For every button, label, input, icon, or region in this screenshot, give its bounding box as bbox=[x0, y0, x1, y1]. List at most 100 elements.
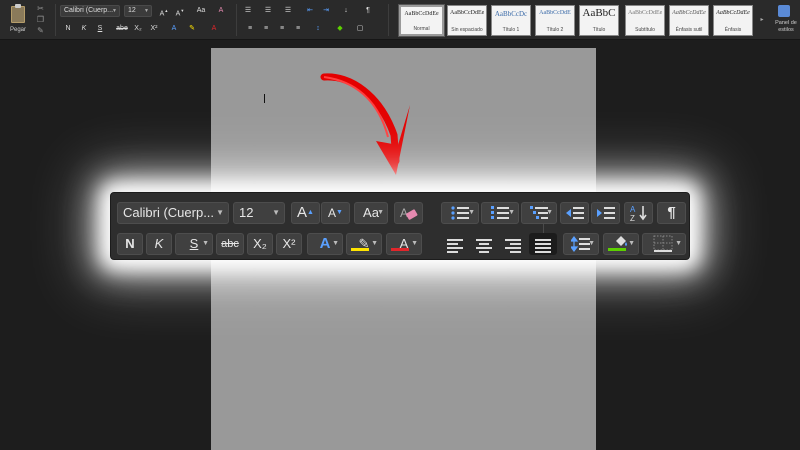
ribbon-justify-icon[interactable]: ≡ bbox=[292, 23, 304, 35]
ribbon-align-center-icon[interactable]: ≡ bbox=[260, 23, 272, 35]
text-effects-button[interactable]: A ▼ bbox=[307, 233, 343, 255]
line-spacing-button[interactable]: ▼ bbox=[563, 233, 599, 255]
ribbon-clear-format-button[interactable]: A bbox=[215, 5, 227, 17]
ribbon-borders-icon[interactable]: ▢ bbox=[354, 23, 366, 35]
ribbon-line-spacing-icon[interactable]: ↕ bbox=[312, 23, 324, 35]
style-emphasis[interactable]: AaBbCcDdEe Énfasis bbox=[713, 5, 753, 36]
shrink-arrow-icon: ▼ bbox=[336, 209, 343, 216]
ribbon-outdent-icon[interactable]: ⇤ bbox=[304, 5, 316, 17]
ribbon-shrink-font-button[interactable]: A▼ bbox=[174, 5, 186, 17]
divider bbox=[55, 4, 56, 36]
ribbon-superscript-button[interactable]: X² bbox=[148, 23, 160, 35]
style-sample: AaBbCcDdEe bbox=[450, 10, 484, 16]
ribbon-change-case-button[interactable]: Aa bbox=[195, 5, 207, 17]
ribbon-bullets-icon[interactable]: ☰ bbox=[242, 5, 254, 17]
bullets-icon bbox=[451, 206, 469, 220]
style-heading-2[interactable]: AaBbCcDdE Título 2 bbox=[535, 5, 575, 36]
style-heading-1[interactable]: AaBbCcDc Título 1 bbox=[491, 5, 531, 36]
font-name-select[interactable]: Calibri (Cuerp... ▼ bbox=[117, 202, 229, 224]
clear-formatting-button[interactable]: A bbox=[394, 202, 423, 224]
grow-font-button[interactable]: A▲ bbox=[291, 202, 320, 224]
ribbon-grow-font-button[interactable]: A▲ bbox=[158, 5, 170, 17]
shading-button[interactable]: ▼ bbox=[603, 233, 639, 255]
italic-button[interactable]: K bbox=[146, 233, 172, 255]
style-title[interactable]: AaBbC Título bbox=[579, 5, 619, 36]
eraser-icon: A bbox=[400, 206, 417, 220]
justify-button[interactable] bbox=[529, 233, 557, 255]
highlight-button[interactable]: ✎ ▼ bbox=[346, 233, 382, 255]
ribbon-indent-icon[interactable]: ⇥ bbox=[320, 5, 332, 17]
show-formatting-marks-button[interactable]: ¶ bbox=[657, 202, 686, 224]
justify-icon bbox=[535, 239, 551, 253]
style-sample: AaBbCcDdEe bbox=[716, 10, 750, 16]
format-painter-icon[interactable]: ✎ bbox=[36, 26, 45, 35]
ribbon-font-color-button[interactable]: A bbox=[208, 23, 220, 35]
copy-icon[interactable]: ❐ bbox=[36, 15, 45, 24]
multilevel-list-button[interactable]: ▼ bbox=[521, 202, 557, 224]
ribbon-font-size-value: 12 bbox=[128, 7, 136, 14]
style-sample: AaBbCcDdEe bbox=[404, 11, 439, 17]
svg-text:A: A bbox=[630, 205, 636, 214]
change-case-button[interactable]: Aa ▼ bbox=[354, 202, 388, 224]
borders-button[interactable]: ▼ bbox=[642, 233, 686, 255]
paste-button[interactable]: Pegar bbox=[3, 3, 33, 37]
align-center-button[interactable] bbox=[470, 233, 498, 255]
outdent-icon bbox=[565, 207, 584, 219]
ribbon-shading-icon[interactable]: ◆ bbox=[334, 23, 346, 35]
style-sample: AaBbCcDdEe bbox=[672, 10, 706, 16]
svg-text:Z: Z bbox=[630, 214, 635, 222]
style-name: Normal bbox=[413, 26, 430, 32]
ribbon-italic-button[interactable]: K bbox=[78, 23, 90, 35]
bullets-button[interactable]: ▼ bbox=[441, 202, 479, 224]
style-name: Título 2 bbox=[546, 27, 564, 33]
superscript-button[interactable]: X² bbox=[276, 233, 302, 255]
borders-icon bbox=[653, 235, 673, 252]
styles-pane-label: Panel de estilos bbox=[775, 20, 797, 33]
style-subtitle[interactable]: AaBbCcDdEe Subtítulo bbox=[625, 5, 665, 36]
increase-indent-button[interactable] bbox=[591, 202, 620, 224]
sort-icon: A Z bbox=[630, 205, 647, 223]
ribbon-highlight-button[interactable]: ✎ bbox=[186, 23, 198, 35]
align-right-button[interactable] bbox=[499, 233, 527, 255]
style-name: Título 1 bbox=[502, 27, 520, 33]
align-center-icon bbox=[476, 239, 492, 253]
numbering-icon bbox=[491, 206, 509, 219]
ribbon-align-left-icon[interactable]: ≡ bbox=[244, 23, 256, 35]
style-subtle-emphasis[interactable]: AaBbCcDdEe Énfasis sutil bbox=[669, 5, 709, 36]
font-name-value: Calibri (Cuerp... bbox=[123, 205, 215, 220]
subscript-button[interactable]: X₂ bbox=[247, 233, 273, 255]
style-no-spacing[interactable]: AaBbCcDdEe Sin espaciado bbox=[447, 5, 487, 36]
style-normal[interactable]: AaBbCcDdEe Normal bbox=[398, 4, 445, 37]
numbering-button[interactable]: ▼ bbox=[481, 202, 519, 224]
ribbon-font-size-select[interactable]: 12 ▼ bbox=[124, 5, 152, 17]
underline-button[interactable]: S ▼ bbox=[175, 233, 213, 255]
align-left-button[interactable] bbox=[441, 233, 469, 255]
ribbon-text-effects-button[interactable]: A bbox=[168, 23, 180, 35]
decrease-indent-button[interactable] bbox=[560, 202, 589, 224]
ribbon-underline-button[interactable]: S bbox=[94, 23, 106, 35]
highlight-color-bar bbox=[351, 248, 369, 251]
styles-pane-button[interactable]: Panel de estilos bbox=[770, 4, 800, 38]
strikethrough-button[interactable]: abc bbox=[216, 233, 244, 255]
styles-gallery-more-icon[interactable]: ▸ bbox=[756, 14, 768, 26]
sort-button[interactable]: A Z bbox=[624, 202, 653, 224]
style-sample: AaBbC bbox=[582, 7, 616, 19]
ribbon-numbering-icon[interactable]: ☰ bbox=[262, 5, 274, 17]
style-name: Subtítulo bbox=[635, 27, 655, 33]
ribbon-sort-icon[interactable]: ↓ bbox=[340, 5, 352, 17]
ribbon-pilcrow-icon[interactable]: ¶ bbox=[362, 5, 374, 17]
align-left-icon bbox=[447, 239, 463, 253]
ribbon-font-name-select[interactable]: Calibri (Cuerp... ▼ bbox=[60, 5, 120, 17]
ribbon-strike-button[interactable]: abe bbox=[114, 23, 130, 35]
font-color-button[interactable]: A ▼ bbox=[386, 233, 422, 255]
ribbon-multilevel-icon[interactable]: ☰ bbox=[282, 5, 294, 17]
ribbon-align-right-icon[interactable]: ≡ bbox=[276, 23, 288, 35]
ribbon-subscript-button[interactable]: X₂ bbox=[132, 23, 144, 35]
bold-button[interactable]: N bbox=[117, 233, 143, 255]
cut-icon[interactable]: ✂ bbox=[36, 4, 45, 13]
red-arrow-annotation bbox=[320, 73, 410, 175]
font-size-select[interactable]: 12 ▼ bbox=[233, 202, 285, 224]
shrink-font-button[interactable]: A▼ bbox=[321, 202, 350, 224]
ribbon-bold-button[interactable]: N bbox=[62, 23, 74, 35]
svg-text:A: A bbox=[400, 206, 408, 220]
